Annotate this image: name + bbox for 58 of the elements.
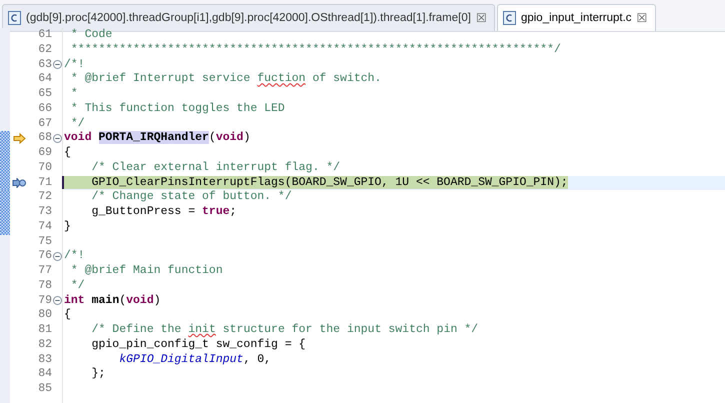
- line-number: 72: [38, 190, 52, 204]
- line-number: 62: [38, 42, 52, 56]
- collapse-icon[interactable]: [52, 296, 62, 306]
- line-number: 84: [38, 367, 52, 380]
- code-line: /* Define the init structure for the input switch pin */: [90, 323, 478, 336]
- tab-label: gpio_input_interrupt.c: [520, 12, 632, 24]
- line-number: 80: [38, 308, 52, 322]
- code-line: }: [64, 220, 71, 233]
- line-number: 66: [38, 102, 52, 115]
- line-number: 63: [38, 58, 52, 70]
- code-line: * @brief Interrupt service fuction of switch.: [70, 72, 382, 86]
- code-line: **********************************************************************/: [70, 42, 561, 56]
- code-line: * @brief Main function: [70, 264, 223, 277]
- code-line: /* Clear external interrupt flag. */: [90, 160, 340, 174]
- code-line: * Code: [70, 28, 112, 41]
- line-number: 75: [38, 234, 52, 248]
- code-line: gpio_pin_config_t sw_config = {: [90, 338, 306, 351]
- line-number: 65: [38, 87, 52, 100]
- line-number: 74: [38, 220, 52, 233]
- code-line: void PORTA_IRQHandler(void): [64, 131, 250, 144]
- code-line: {: [64, 308, 71, 322]
- line-number: 70: [38, 160, 52, 174]
- code-line: };: [90, 367, 106, 380]
- code-line: *: [70, 87, 78, 100]
- code-line: kGPIO_DigitalInput, 0,: [118, 352, 272, 366]
- line-number: 61: [38, 28, 52, 41]
- code-line: * This function toggles the LED: [70, 102, 285, 115]
- line-number: 68: [38, 131, 52, 144]
- close-icon[interactable]: ☒: [476, 11, 487, 25]
- collapse-icon[interactable]: [52, 252, 62, 262]
- line-number: 83: [38, 352, 52, 366]
- tab-label: (gdb[9].proc[42000].threadGroup[i1],gdb[9].proc[42000].OSthread[1]).thread[1].frame[0]: [26, 12, 471, 24]
- line-number: 77: [38, 264, 52, 277]
- code-line: /*!: [64, 58, 85, 70]
- line-number: 64: [38, 72, 52, 86]
- line-number: 73: [38, 205, 52, 218]
- code-line: */: [70, 278, 85, 292]
- line-number: 76: [38, 249, 52, 262]
- c-file-icon: [502, 11, 516, 25]
- code-line: /*!: [64, 249, 85, 262]
- c-file-icon: [8, 11, 21, 25]
- line-number: 78: [38, 278, 52, 292]
- code-line: /* Change state of button. */: [90, 190, 292, 204]
- line-number: 81: [38, 323, 52, 336]
- collapse-icon[interactable]: [52, 60, 62, 70]
- close-icon[interactable]: ☒: [636, 11, 648, 25]
- code-line: int main(void): [64, 294, 161, 306]
- line-number: 71: [38, 176, 52, 188]
- code-line: g_ButtonPress = true;: [90, 205, 237, 218]
- code-line: */: [70, 116, 85, 130]
- line-number: 82: [38, 338, 52, 351]
- line-number: 85: [38, 382, 52, 395]
- line-number: 79: [38, 294, 52, 306]
- line-number: 69: [38, 146, 52, 159]
- line-number: 67: [38, 116, 52, 130]
- code-line: {: [64, 146, 71, 159]
- editor-tab[interactable]: gpio_input_interrupt.c ☒: [496, 4, 656, 31]
- collapse-icon[interactable]: [52, 134, 62, 144]
